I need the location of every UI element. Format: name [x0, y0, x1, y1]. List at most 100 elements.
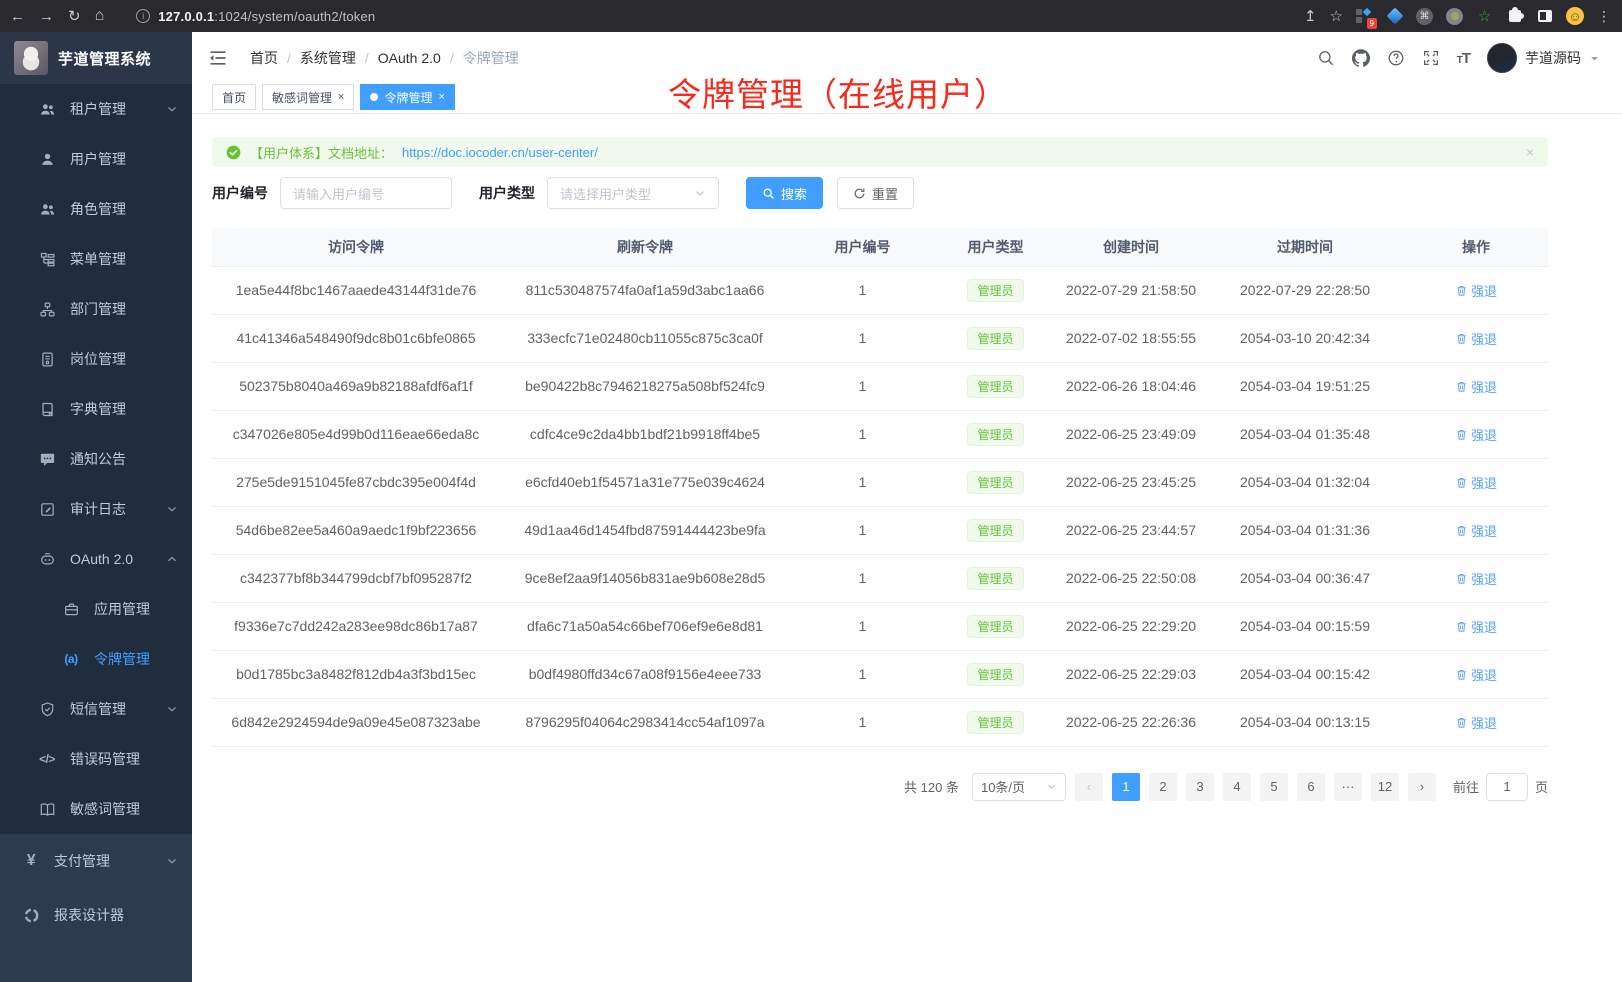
back-arrow-icon[interactable]: ←: [10, 9, 25, 24]
force-logout-button[interactable]: 强退: [1455, 281, 1497, 300]
force-logout-button[interactable]: 强退: [1455, 569, 1497, 588]
breadcrumb-item-系统管理[interactable]: 系统管理: [300, 48, 356, 68]
site-info-icon[interactable]: i: [136, 9, 150, 23]
sidebar-item-角色管理[interactable]: 角色管理: [0, 184, 192, 234]
sidebar-item-短信管理[interactable]: 短信管理: [0, 684, 192, 734]
page-button-6[interactable]: 6: [1297, 773, 1325, 801]
goto-page-input[interactable]: [1486, 773, 1528, 801]
url-text[interactable]: 127.0.0.1:1024/system/oauth2/token: [158, 9, 375, 24]
close-icon[interactable]: ×: [338, 92, 344, 103]
extension-gem-icon[interactable]: [1386, 8, 1403, 25]
sidebar-item-错误码管理[interactable]: </>错误码管理: [0, 734, 192, 784]
profile-avatar-icon[interactable]: ☺: [1566, 7, 1584, 25]
user-id-input[interactable]: 请输入用户编号: [280, 177, 452, 209]
page-button-12[interactable]: 12: [1371, 773, 1399, 801]
user-icon: [38, 150, 56, 168]
home-icon[interactable]: ⌂: [95, 8, 105, 24]
force-logout-label: 强退: [1471, 425, 1497, 444]
user-type-cell: 管理员: [935, 266, 1056, 314]
sidebar-item-岗位管理[interactable]: 岗位管理: [0, 334, 192, 384]
extension-puzzle-icon[interactable]: [1506, 8, 1523, 25]
search-icon[interactable]: [1317, 49, 1335, 67]
table-row: 6d842e2924594de9a09e45e087323abe8796295f…: [212, 698, 1548, 746]
trash-icon: [1455, 380, 1468, 393]
force-logout-button[interactable]: 强退: [1455, 713, 1497, 732]
briefcase-icon: [62, 600, 80, 618]
extension-record-icon[interactable]: [1446, 8, 1463, 25]
fullscreen-icon[interactable]: [1422, 49, 1440, 67]
breadcrumb-separator: /: [365, 50, 369, 66]
sidebar-item-用户管理[interactable]: 用户管理: [0, 134, 192, 184]
user-type-cell: 管理员: [935, 602, 1056, 650]
book-icon: [38, 800, 56, 818]
extension-command-icon[interactable]: ⌘: [1416, 8, 1433, 25]
table-row: 41c41346a548490f9dc8b01c6bfe0865333ecfc7…: [212, 314, 1548, 362]
page-button-4[interactable]: 4: [1223, 773, 1251, 801]
user-id-cell: 1: [790, 410, 935, 458]
app-logo[interactable]: 芋道管理系统: [0, 32, 192, 84]
sidebar-item-通知公告[interactable]: 通知公告: [0, 434, 192, 484]
browser-menu-icon[interactable]: ⋮: [1597, 9, 1612, 23]
user-dropdown[interactable]: 芋道源码: [1487, 43, 1600, 73]
force-logout-button[interactable]: 强退: [1455, 329, 1497, 348]
user-id-cell: 1: [790, 554, 935, 602]
share-icon[interactable]: ↥: [1304, 9, 1317, 24]
sidebar-item-支付管理[interactable]: ¥支付管理: [0, 834, 192, 888]
sidebar-item-字典管理[interactable]: 字典管理: [0, 384, 192, 434]
sidebar-item-报表设计器[interactable]: 报表设计器: [0, 888, 192, 942]
force-logout-button[interactable]: 强退: [1455, 617, 1497, 636]
force-logout-button[interactable]: 强退: [1455, 665, 1497, 684]
user-id-cell: 1: [790, 650, 935, 698]
sidebar-menu-bottom: ¥支付管理报表设计器: [0, 834, 192, 942]
refresh-token-cell: e6cfd40eb1f54571a31e775e039c4624: [500, 458, 790, 506]
doc-link[interactable]: https://doc.iocoder.cn/user-center/: [402, 145, 598, 160]
font-size-icon[interactable]: TT: [1457, 50, 1470, 67]
page-button-3[interactable]: 3: [1186, 773, 1214, 801]
extension-panel-icon[interactable]: [1536, 8, 1553, 25]
breadcrumb-separator: /: [450, 50, 454, 66]
close-icon[interactable]: ×: [1526, 144, 1534, 160]
create-time-cell: 2022-06-25 23:45:25: [1056, 458, 1206, 506]
sidebar-item-部门管理[interactable]: 部门管理: [0, 284, 192, 334]
sidebar-item-租户管理[interactable]: 租户管理: [0, 84, 192, 134]
tab-label: 敏感词管理: [272, 89, 332, 106]
force-logout-button[interactable]: 强退: [1455, 377, 1497, 396]
force-logout-button[interactable]: 强退: [1455, 473, 1497, 492]
breadcrumb-item-OAuth 2.0[interactable]: OAuth 2.0: [378, 50, 441, 66]
tab-首页[interactable]: 首页: [212, 84, 256, 110]
page-button-1[interactable]: 1: [1112, 773, 1140, 801]
user-type-tag: 管理员: [967, 663, 1023, 686]
bookmark-star-icon[interactable]: ☆: [1330, 9, 1343, 24]
user-id-cell: 1: [790, 362, 935, 410]
sidebar-item-敏感词管理[interactable]: 敏感词管理: [0, 784, 192, 834]
address-bar[interactable]: i 127.0.0.1:1024/system/oauth2/token: [136, 9, 1290, 24]
sidebar-item-令牌管理[interactable]: (a)令牌管理: [0, 634, 192, 684]
search-button[interactable]: 搜索: [746, 177, 823, 209]
forward-arrow-icon[interactable]: →: [39, 9, 54, 24]
page-size-select[interactable]: 10条/页: [972, 773, 1066, 801]
sidebar-item-OAuth 2.0[interactable]: OAuth 2.0: [0, 534, 192, 584]
user-type-select[interactable]: 请选择用户类型: [547, 177, 719, 209]
sidebar-item-菜单管理[interactable]: 菜单管理: [0, 234, 192, 284]
reset-button[interactable]: 重置: [837, 177, 914, 209]
page-button-2[interactable]: 2: [1149, 773, 1177, 801]
table-row: 54d6be82ee5a460a9aedc1f9bf22365649d1aa46…: [212, 506, 1548, 554]
breadcrumb-item-首页[interactable]: 首页: [250, 48, 278, 68]
close-icon[interactable]: ×: [438, 92, 444, 103]
more-pages-button[interactable]: ···: [1334, 773, 1362, 801]
sidebar-collapse-icon[interactable]: [208, 48, 228, 68]
sidebar-item-应用管理[interactable]: 应用管理: [0, 584, 192, 634]
page-button-5[interactable]: 5: [1260, 773, 1288, 801]
github-icon[interactable]: [1352, 49, 1370, 67]
extension-star-icon[interactable]: ☆: [1476, 8, 1493, 25]
force-logout-button[interactable]: 强退: [1455, 425, 1497, 444]
tab-敏感词管理[interactable]: 敏感词管理 ×: [262, 84, 354, 110]
force-logout-button[interactable]: 强退: [1455, 521, 1497, 540]
reload-icon[interactable]: ↻: [68, 9, 81, 24]
help-icon[interactable]: [1387, 49, 1405, 67]
prev-page-button[interactable]: ‹: [1075, 773, 1103, 801]
tab-令牌管理[interactable]: 令牌管理×: [360, 84, 454, 110]
sidebar-item-审计日志[interactable]: 审计日志: [0, 484, 192, 534]
next-page-button[interactable]: ›: [1408, 773, 1436, 801]
extension-grid-icon[interactable]: 9: [1356, 8, 1373, 25]
